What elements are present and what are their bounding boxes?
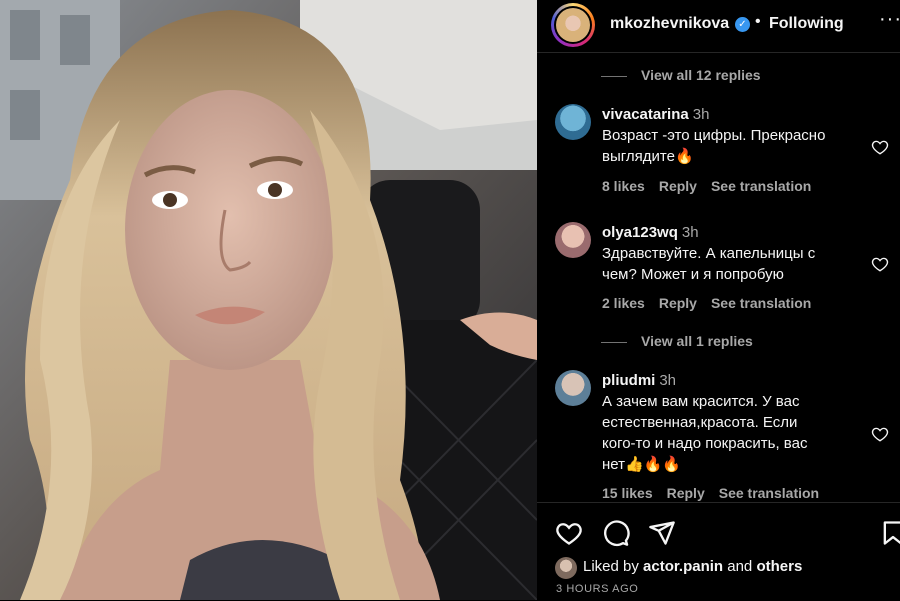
post-actions-bar: Liked by actor.panin and others 3 HOURS … — [537, 502, 900, 601]
heart-icon[interactable] — [871, 138, 889, 156]
liked-by-text: Liked by actor.panin and others — [583, 558, 802, 575]
commenter-username[interactable]: pliudmi — [602, 372, 655, 389]
share-send-icon[interactable] — [648, 519, 676, 547]
liker-avatar[interactable] — [555, 557, 577, 579]
commenter-username[interactable]: olya123wq — [602, 224, 678, 241]
view-replies-button[interactable]: View all 12 replies — [601, 67, 761, 83]
comment-header: vivacatarina 3h — [602, 106, 709, 124]
comment-meta: 8 likes Reply See translation — [602, 178, 825, 194]
comment-text: Возраст -это цифры. Прекрасно выглядите🔥 — [602, 127, 826, 165]
see-translation-button[interactable]: See translation — [711, 295, 811, 311]
heart-icon[interactable] — [871, 255, 889, 273]
profile-avatar[interactable] — [551, 3, 595, 47]
reply-button[interactable]: Reply — [667, 485, 705, 501]
comment-bubble-icon[interactable] — [602, 519, 630, 547]
view-replies-button[interactable]: View all 1 replies — [601, 333, 753, 349]
like-heart-icon[interactable] — [555, 519, 583, 547]
comment-meta: 15 likes Reply See translation — [602, 485, 833, 501]
see-translation-button[interactable]: See translation — [719, 485, 819, 501]
comment-time: 3h — [681, 224, 699, 241]
liked-by-prefix: Liked by — [583, 558, 639, 575]
reply-button[interactable]: Reply — [659, 295, 697, 311]
commenter-avatar[interactable] — [555, 104, 591, 140]
comment-likes[interactable]: 8 likes — [602, 178, 645, 194]
more-horizontal-icon[interactable]: ··· — [879, 8, 900, 31]
comment-header: olya123wq 3h — [602, 224, 699, 242]
comments-panel: mkozhevnikova ✓ • Following ··· View all… — [537, 0, 900, 600]
commenter-avatar[interactable] — [555, 222, 591, 258]
replies-divider-line — [601, 75, 627, 77]
comment-likes[interactable]: 2 likes — [602, 295, 645, 311]
post-photo[interactable] — [0, 0, 537, 600]
comment-text: Здравствуйте. А капельницы с чем? Может … — [602, 245, 816, 283]
selfie-image — [0, 0, 537, 600]
verified-check-icon: ✓ — [735, 17, 750, 32]
commenter-avatar[interactable] — [555, 370, 591, 406]
post-username[interactable]: mkozhevnikova — [610, 15, 729, 33]
comment-time: 3h — [692, 106, 710, 123]
liked-by-user[interactable]: actor.panin — [643, 558, 723, 575]
post-timestamp[interactable]: 3 HOURS AGO — [556, 583, 638, 595]
see-translation-button[interactable]: See translation — [711, 178, 811, 194]
commenter-username[interactable]: vivacatarina — [602, 106, 689, 123]
view-replies-label: View all 1 replies — [641, 333, 753, 349]
comment-header: pliudmi 3h — [602, 372, 676, 390]
liked-by-others[interactable]: others — [756, 558, 802, 575]
comment-time: 3h — [659, 372, 677, 389]
bookmark-icon[interactable] — [879, 519, 900, 547]
replies-divider-line — [601, 341, 627, 343]
view-replies-label: View all 12 replies — [641, 67, 761, 83]
reply-button[interactable]: Reply — [659, 178, 697, 194]
heart-icon[interactable] — [871, 425, 889, 443]
comment-meta: 2 likes Reply See translation — [602, 295, 825, 311]
following-button[interactable]: Following — [769, 15, 844, 33]
comment-likes[interactable]: 15 likes — [602, 485, 653, 501]
comment-text: А зачем вам красится. У вас естественная… — [602, 393, 808, 473]
post-header: mkozhevnikova ✓ • Following ··· — [537, 0, 900, 53]
separator-dot: • — [755, 13, 761, 30]
liked-by-and: and — [727, 558, 753, 575]
